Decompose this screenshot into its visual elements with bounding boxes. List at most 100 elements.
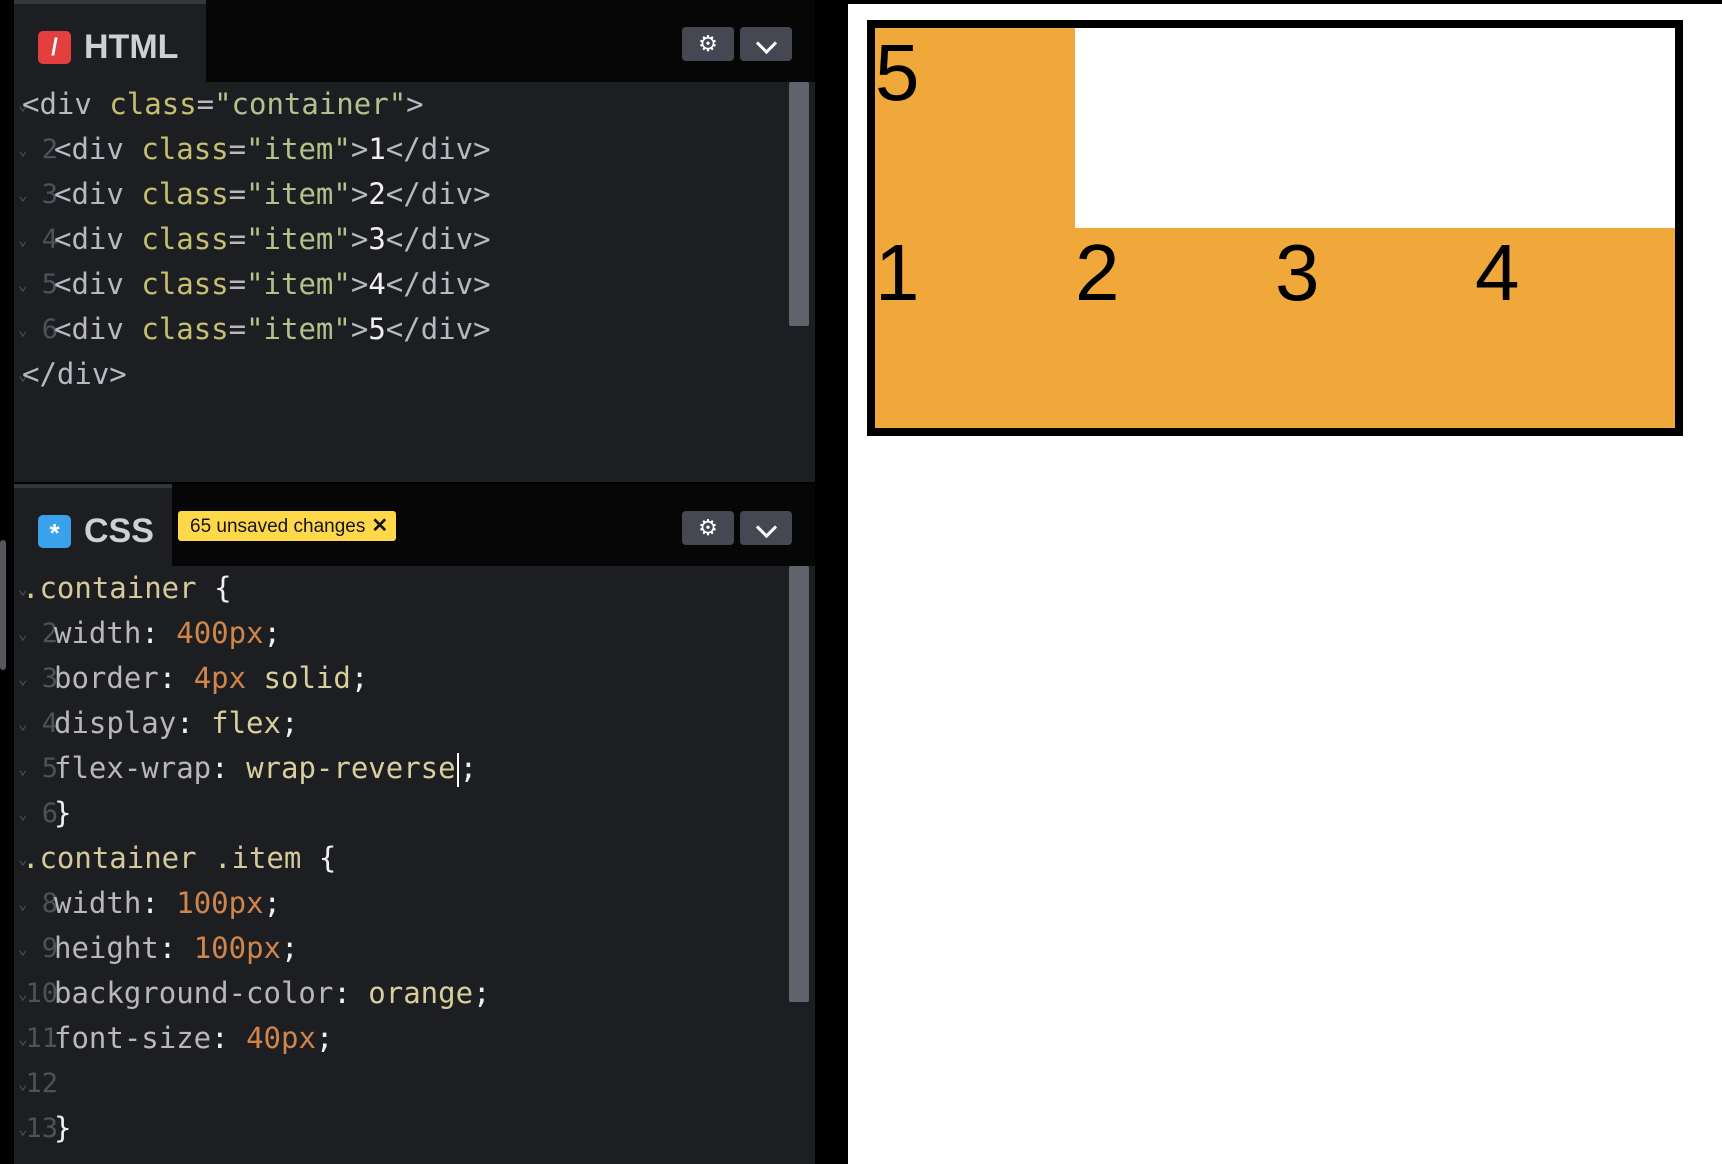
code-token: class (141, 312, 229, 346)
code-token: background-color (54, 976, 334, 1010)
code-line: ⌄ </div> (14, 352, 795, 397)
code-text: display: flex; (54, 701, 298, 746)
code-token: { (214, 571, 232, 605)
code-line: ⌄ 4 <div class="item">3</div> (14, 217, 795, 262)
flex-item: 4 (1475, 228, 1675, 428)
line-number: 4 (41, 224, 58, 255)
code-token: orange (368, 976, 474, 1010)
code-token: "item" (246, 267, 351, 301)
code-text: font-size: 40px; (54, 1016, 333, 1061)
code-token: : (211, 751, 247, 785)
text-cursor (456, 753, 459, 787)
code-line: ⌄ 3 border: 4px solid; (14, 656, 795, 701)
code-token: 1 (368, 132, 386, 166)
unsaved-changes-label: 65 unsaved changes (190, 516, 366, 537)
code-token: : (158, 931, 194, 965)
css-tab[interactable]: * CSS (14, 484, 172, 566)
code-token: flex (211, 706, 281, 740)
flex-item: 2 (1075, 228, 1275, 428)
code-line: ⌄ 3 <div class="item">2</div> (14, 172, 795, 217)
chevron-down-icon (755, 516, 777, 539)
code-token: <div (54, 177, 142, 211)
code-token: </div> (385, 132, 491, 166)
code-text: <div class="item">1</div> (54, 127, 491, 172)
html-settings-button[interactable]: ⚙ (682, 27, 734, 61)
code-token: <div (22, 87, 110, 121)
code-line: ⌄ 4 display: flex; (14, 701, 795, 746)
code-token: ; (263, 886, 282, 920)
code-token: <div (54, 132, 142, 166)
code-text: </div> (22, 352, 127, 397)
code-token: wrap-reverse (246, 751, 456, 785)
line-number: 3 (41, 179, 58, 210)
code-line: ⌄ 12 (14, 1061, 795, 1106)
html-tab[interactable]: / HTML (14, 0, 206, 82)
line-number: 10 (25, 978, 58, 1009)
gear-icon: ⚙ (698, 31, 718, 56)
html-editor-scrollbar[interactable] (789, 82, 809, 326)
code-token: 3 (368, 222, 386, 256)
code-token: display (54, 706, 177, 740)
html-pane-header: / HTML ⚙ (14, 0, 815, 82)
code-token: height (54, 931, 159, 965)
code-token: : (176, 706, 212, 740)
code-token: > (406, 87, 424, 121)
code-token: = (196, 87, 215, 121)
left-resize-handle[interactable] (0, 540, 6, 670)
code-text: <div class="item">3</div> (54, 217, 491, 262)
code-token: width (54, 616, 142, 650)
code-text: width: 100px; (54, 881, 281, 926)
html-collapse-button[interactable] (740, 27, 792, 61)
line-number: 5 (41, 753, 58, 784)
html-code-editor[interactable]: ⌄ <div class="container"> ⌄ 2 <div class="it… (14, 82, 795, 397)
code-token: 40px (246, 1021, 316, 1055)
code-token: > (350, 267, 369, 301)
code-line: ⌄ .container { (14, 566, 795, 611)
line-number: 2 (41, 134, 58, 165)
code-token: : (211, 1021, 247, 1055)
gear-icon: ⚙ (698, 515, 718, 540)
code-token: </div> (385, 312, 491, 346)
code-token: > (350, 132, 369, 166)
code-text: <div class="item">5</div> (54, 307, 491, 352)
css-settings-button[interactable]: ⚙ (682, 511, 734, 545)
code-token: ; (280, 706, 299, 740)
code-text: width: 400px; (54, 611, 281, 656)
code-token: ; (473, 976, 491, 1010)
code-token: "item" (246, 222, 351, 256)
chevron-down-icon (755, 32, 777, 55)
code-token: = (228, 177, 247, 211)
code-token: flex-wrap (54, 751, 212, 785)
code-text: } (54, 1106, 71, 1151)
html-pane-title: HTML (84, 28, 179, 66)
code-token: > (350, 312, 369, 346)
code-token: .container .item (22, 841, 319, 875)
code-token: ; (459, 751, 478, 785)
css-collapse-button[interactable] (740, 511, 792, 545)
code-token: 100px (176, 886, 264, 920)
code-line: ⌄ <div class="container"> (14, 82, 795, 127)
html-editor-pane: / HTML ⚙ ⌄ <div class="container"> ⌄ 2 <div … (14, 0, 815, 484)
code-token: 100px (193, 931, 281, 965)
code-token: <div (54, 222, 142, 256)
css-code-editor[interactable]: ⌄ .container {⌄ 2 width: 400px; ⌄ 3 border: 4p… (14, 566, 795, 1151)
slash-icon: / (38, 31, 71, 64)
code-token: } (54, 1111, 72, 1145)
code-text: background-color: orange; (54, 971, 491, 1016)
line-number: 3 (41, 663, 58, 694)
code-token: solid (246, 661, 351, 695)
code-token: width (54, 886, 142, 920)
css-editor-scrollbar[interactable] (789, 566, 809, 1002)
code-token: 4 (368, 267, 386, 301)
code-token: ; (315, 1021, 334, 1055)
preview-top-border (848, 0, 1722, 4)
unsaved-changes-badge[interactable]: 65 unsaved changes ✕ (178, 511, 397, 541)
code-token: class (141, 222, 229, 256)
flex-container: 1 2 3 4 5 (867, 20, 1683, 436)
close-icon[interactable]: ✕ (371, 515, 388, 537)
code-token: <div (54, 312, 142, 346)
code-token: class (141, 267, 229, 301)
code-token: border (54, 661, 159, 695)
code-token: = (228, 267, 247, 301)
code-token: > (350, 222, 369, 256)
